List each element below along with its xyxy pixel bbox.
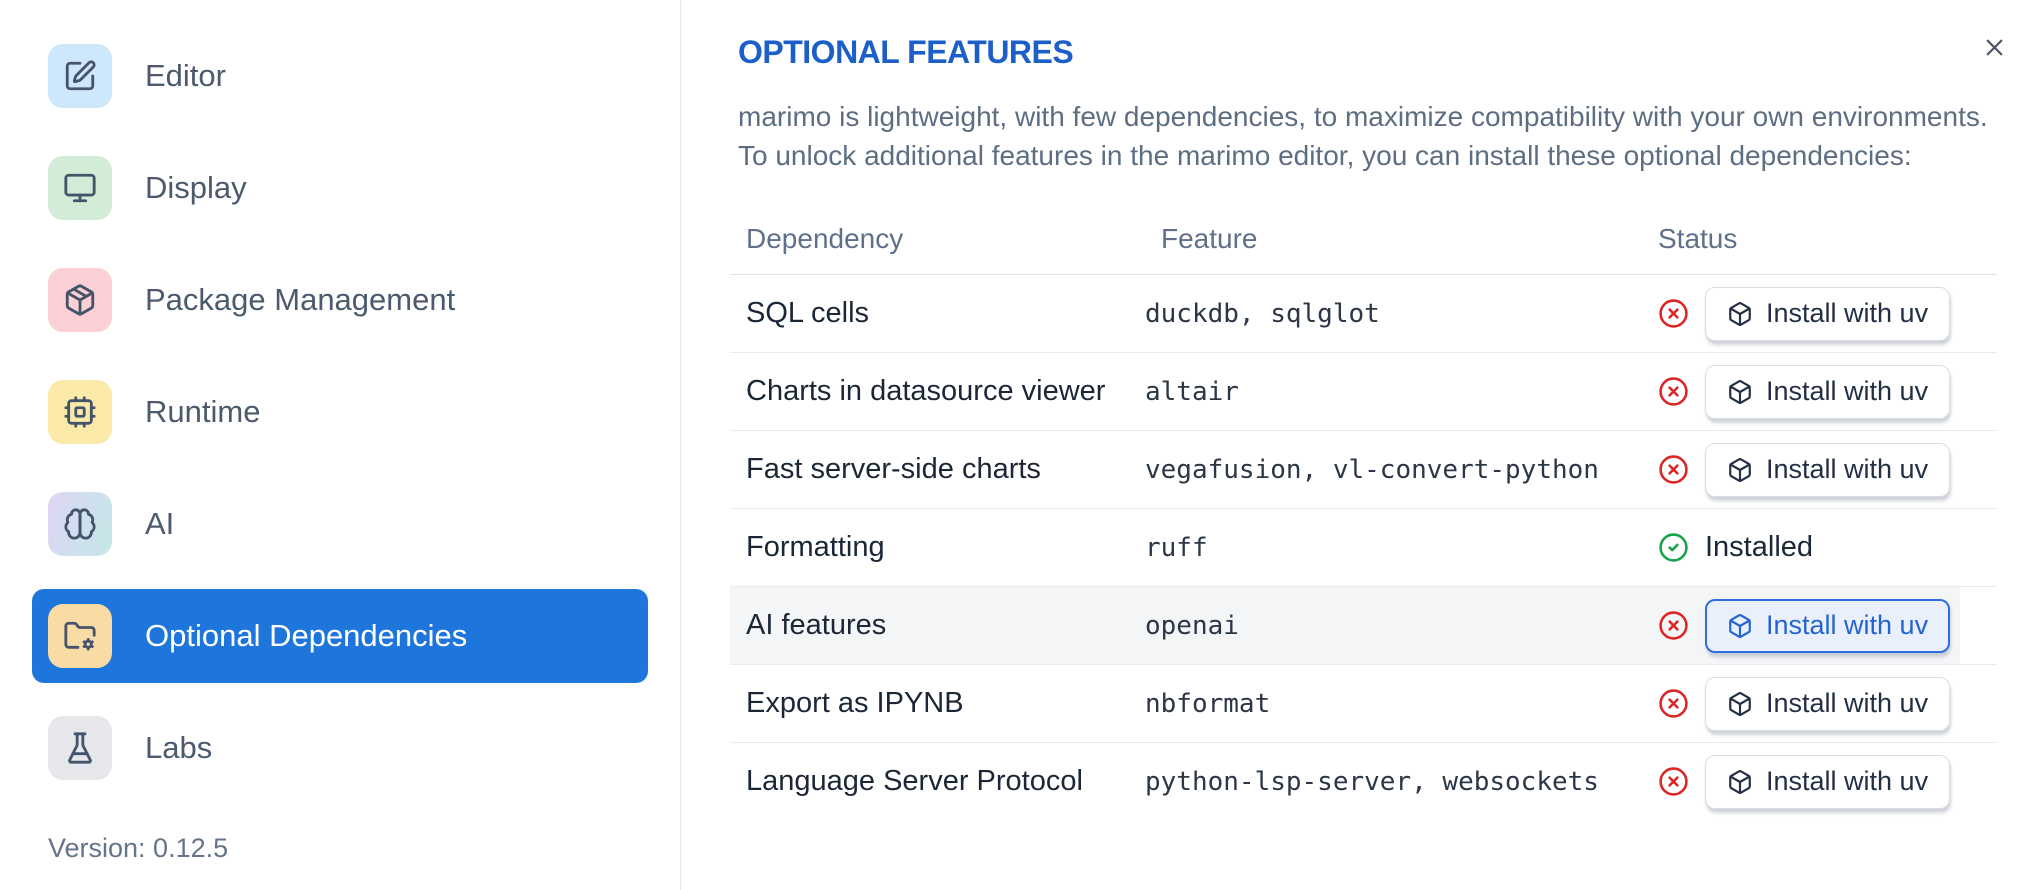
dependency-cell: Fast server-side charts [746, 453, 1041, 485]
status-cell: Install with uv [1642, 754, 1997, 809]
version-label: Version: 0.12.5 [48, 833, 229, 863]
dependency-cell: Language Server Protocol [746, 765, 1083, 797]
flask-icon [48, 716, 112, 780]
sidebar: Editor Display Package Management Runtime AI… [0, 0, 680, 890]
circle-x-icon [1658, 298, 1689, 329]
feature-cell: duckdb, sqlglot [1145, 298, 1380, 329]
main-panel: OPTIONAL FEATURES marimo is lightweight,… [681, 0, 2042, 890]
circle-x-icon [1658, 376, 1689, 407]
status-cell: Install with uv [1642, 598, 1997, 653]
sidebar-item-optional-dependencies[interactable]: Optional Dependencies [32, 589, 648, 683]
table-row-sql-cells: SQL cells duckdb, sqlglot Install with uv [730, 275, 1997, 353]
column-header-status: Status [1658, 223, 1738, 254]
table-header-row: Dependency Feature Status [730, 204, 1997, 275]
panel-description-line-1: marimo is lightweight, with few dependen… [738, 101, 1988, 132]
sidebar-item-label: Package Management [145, 282, 456, 317]
sidebar-item-label: Editor [145, 58, 226, 93]
table-row-formatting: Formatting ruff Installed [730, 509, 1997, 587]
sidebar-nav: Editor Display Package Management Runtime AI… [32, 29, 648, 795]
install-with-uv-button[interactable]: Install with uv [1705, 364, 1951, 419]
close-icon[interactable] [1976, 29, 2012, 65]
feature-cell: vegafusion, vl-convert-python [1145, 454, 1599, 485]
status-cell: Install with uv [1642, 676, 1997, 731]
brain-icon [48, 492, 112, 556]
table-row-fast-server-side-charts: Fast server-side charts vegafusion, vl-co… [730, 431, 1997, 509]
column-header-feature: Feature [1161, 223, 1258, 254]
install-button-label: Install with uv [1766, 688, 1929, 718]
dependency-cell: Export as IPYNB [746, 687, 964, 719]
sidebar-item-labs[interactable]: Labs [32, 701, 648, 795]
settings-dialog: { "sidebar": { "items": [ {"label": "Edi… [0, 0, 2042, 890]
circle-x-icon [1658, 454, 1689, 485]
install-button-label: Install with uv [1766, 766, 1929, 796]
circle-check-icon [1658, 532, 1689, 563]
sidebar-item-editor[interactable]: Editor [32, 29, 648, 123]
install-with-uv-button[interactable]: Install with uv [1705, 442, 1951, 497]
package-icon [48, 268, 112, 332]
page-title: OPTIONAL FEATURES [738, 34, 1074, 70]
dependency-cell: Formatting [746, 531, 885, 563]
box-icon [1727, 457, 1753, 483]
install-with-uv-button[interactable]: Install with uv [1705, 754, 1951, 809]
dependency-cell: SQL cells [746, 297, 870, 329]
sidebar-item-runtime[interactable]: Runtime [32, 365, 648, 459]
install-button-label: Install with uv [1766, 376, 1929, 406]
feature-cell: altair [1145, 376, 1239, 407]
column-header-dependency: Dependency [746, 223, 904, 254]
feature-cell: openai [1145, 610, 1239, 641]
panel-description-line-2: To unlock additional features in the mar… [738, 140, 1912, 171]
table-row-ai-features: AI features openai Install with uv [730, 587, 1997, 665]
sidebar-item-label: Runtime [145, 394, 261, 429]
status-cell: Install with uv [1642, 364, 1997, 419]
monitor-icon [48, 156, 112, 220]
box-icon [1727, 691, 1753, 717]
table-row-export-as-ipynb: Export as IPYNB nbformat Install with uv [730, 665, 1997, 743]
install-with-uv-button[interactable]: Install with uv [1705, 598, 1951, 653]
table-row-language-server-protocol: Language Server Protocol python-lsp-serve… [730, 743, 1997, 820]
status-cell: Installed [1642, 531, 1997, 564]
sidebar-item-package-management[interactable]: Package Management [32, 253, 648, 347]
box-icon [1727, 613, 1753, 639]
edit-pencil-icon [48, 44, 112, 108]
status-installed-label: Installed [1705, 531, 1814, 563]
status-cell: Install with uv [1642, 442, 1997, 497]
install-with-uv-button[interactable]: Install with uv [1705, 286, 1951, 341]
table-body: SQL cells duckdb, sqlglot Install with uv C… [730, 275, 1997, 820]
sidebar-item-label: Optional Dependencies [145, 618, 468, 653]
sidebar-item-label: Labs [145, 730, 213, 765]
box-icon [1727, 301, 1753, 327]
install-button-label: Install with uv [1766, 454, 1929, 484]
circle-x-icon [1658, 766, 1689, 797]
install-button-label: Install with uv [1766, 610, 1929, 640]
cpu-icon [48, 380, 112, 444]
table-row-charts-in-datasource-viewer: Charts in datasource viewer altair Install… [730, 353, 1997, 431]
feature-cell: python-lsp-server, websockets [1145, 766, 1599, 797]
sidebar-item-ai[interactable]: AI [32, 477, 648, 571]
sidebar-item-display[interactable]: Display [32, 141, 648, 235]
sidebar-item-label: Display [145, 170, 247, 205]
install-button-label: Install with uv [1766, 298, 1929, 328]
box-icon [1727, 769, 1753, 795]
install-with-uv-button[interactable]: Install with uv [1705, 676, 1951, 731]
feature-cell: ruff [1145, 532, 1208, 563]
box-icon [1727, 379, 1753, 405]
features-table: Dependency Feature Status SQL cells duckd… [730, 204, 1997, 820]
dependency-cell: Charts in datasource viewer [746, 375, 1106, 407]
dependency-cell: AI features [746, 609, 887, 641]
circle-x-icon [1658, 688, 1689, 719]
circle-x-icon [1658, 610, 1689, 641]
feature-cell: nbformat [1145, 688, 1271, 719]
panel-description: marimo is lightweight, with few dependen… [738, 97, 2038, 175]
folder-gear-icon [48, 604, 112, 668]
sidebar-item-label: AI [145, 506, 175, 541]
status-cell: Install with uv [1642, 286, 1997, 341]
